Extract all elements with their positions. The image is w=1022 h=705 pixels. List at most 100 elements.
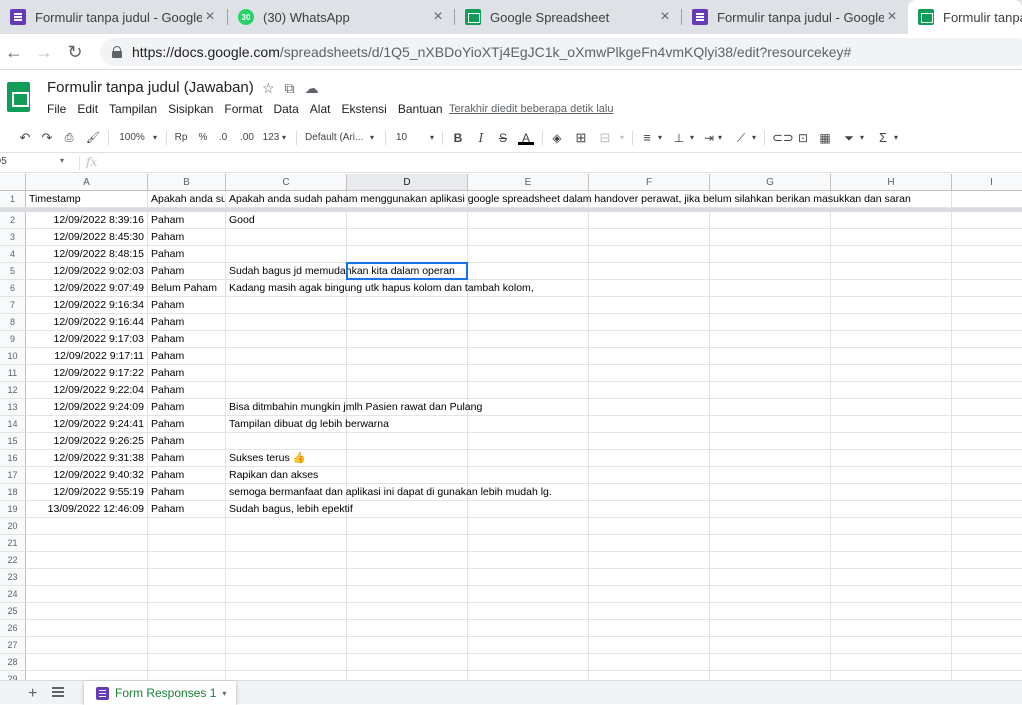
cell[interactable]	[468, 314, 589, 331]
text-color-button[interactable]: A	[518, 131, 534, 145]
cell[interactable]	[589, 603, 710, 620]
chevron-down-icon[interactable]: ▾	[222, 689, 226, 698]
cell[interactable]	[952, 263, 1022, 280]
cell[interactable]	[952, 229, 1022, 246]
cell[interactable]	[952, 314, 1022, 331]
cell[interactable]	[710, 331, 831, 348]
cell[interactable]	[589, 229, 710, 246]
cell-feedback[interactable]: Rapikan dan akses	[226, 467, 321, 484]
cell[interactable]	[347, 365, 468, 382]
undo-icon[interactable]: ↶	[18, 131, 32, 145]
cell[interactable]	[347, 637, 468, 654]
cell[interactable]	[831, 501, 952, 518]
cell[interactable]	[710, 348, 831, 365]
cell[interactable]	[952, 331, 1022, 348]
cell[interactable]	[347, 552, 468, 569]
cell[interactable]	[952, 552, 1022, 569]
cell-understanding[interactable]: Paham	[148, 212, 226, 229]
chevron-down-icon[interactable]: ▾	[428, 131, 436, 145]
cell[interactable]	[468, 654, 589, 671]
cell[interactable]	[468, 229, 589, 246]
cell[interactable]	[589, 552, 710, 569]
cell[interactable]	[710, 484, 831, 501]
cell[interactable]	[468, 246, 589, 263]
cell[interactable]	[589, 467, 710, 484]
cell[interactable]	[831, 365, 952, 382]
cell[interactable]	[226, 331, 347, 348]
cell-understanding[interactable]: Paham	[148, 246, 226, 263]
select-all-corner[interactable]	[0, 174, 26, 191]
cell[interactable]	[468, 348, 589, 365]
cell-timestamp[interactable]: 12/09/2022 8:45:30	[26, 229, 148, 246]
cell-understanding[interactable]: Paham	[148, 501, 226, 518]
cell[interactable]	[710, 518, 831, 535]
row-header[interactable]: 5	[0, 263, 26, 280]
cell[interactable]	[831, 603, 952, 620]
cell[interactable]	[347, 501, 468, 518]
browser-tab-4[interactable]: Formulir tanpa judul - Google Formulir ×	[682, 0, 908, 34]
cell-timestamp[interactable]: 12/09/2022 8:48:15	[26, 246, 148, 263]
cell[interactable]	[710, 280, 831, 297]
cell[interactable]	[831, 535, 952, 552]
cell[interactable]	[347, 229, 468, 246]
chevron-down-icon[interactable]: ▾	[892, 131, 900, 145]
cell[interactable]	[226, 671, 347, 680]
cell[interactable]	[952, 365, 1022, 382]
cell[interactable]	[952, 416, 1022, 433]
chevron-down-icon[interactable]: ▾	[60, 156, 64, 165]
menu-file[interactable]: File	[47, 102, 66, 116]
cell[interactable]	[468, 365, 589, 382]
cell-understanding[interactable]: Apakah anda sudah paham menggunakan apli…	[148, 191, 226, 208]
cell-timestamp[interactable]: 12/09/2022 9:17:03	[26, 331, 148, 348]
cell[interactable]	[226, 246, 347, 263]
cell[interactable]	[226, 535, 347, 552]
cell[interactable]	[831, 637, 952, 654]
row-header[interactable]: 26	[0, 620, 26, 637]
star-icon[interactable]: ☆	[262, 80, 275, 97]
reload-icon[interactable]: ↻	[63, 40, 87, 64]
cell[interactable]	[710, 569, 831, 586]
cell[interactable]	[831, 212, 952, 229]
cell[interactable]	[952, 433, 1022, 450]
row-header[interactable]: 13	[0, 399, 26, 416]
cell-feedback[interactable]: Apakah anda sudah paham menggunakan apli…	[226, 191, 914, 208]
cell[interactable]	[226, 552, 347, 569]
cell[interactable]	[710, 467, 831, 484]
cell[interactable]	[831, 654, 952, 671]
cell[interactable]	[226, 229, 347, 246]
cell[interactable]	[226, 637, 347, 654]
cell-timestamp[interactable]	[26, 569, 148, 586]
cell[interactable]	[347, 297, 468, 314]
cell-timestamp[interactable]: 12/09/2022 9:55:19	[26, 484, 148, 501]
row-header[interactable]: 1	[0, 191, 26, 208]
cell[interactable]	[468, 603, 589, 620]
print-icon[interactable]: ⎙	[62, 131, 76, 145]
cell[interactable]	[831, 229, 952, 246]
cell[interactable]	[468, 535, 589, 552]
cell[interactable]	[347, 314, 468, 331]
cell[interactable]	[952, 382, 1022, 399]
cell[interactable]	[589, 637, 710, 654]
row-header[interactable]: 27	[0, 637, 26, 654]
text-wrap-icon[interactable]: ⇥	[702, 131, 716, 145]
insert-chart-icon[interactable]: ▦	[818, 131, 832, 145]
browser-tab-1[interactable]: Formulir tanpa judul - Google Formulir ×	[0, 0, 226, 34]
cell-timestamp[interactable]: 12/09/2022 9:24:41	[26, 416, 148, 433]
merge-cells-icon[interactable]: ⊟	[598, 131, 612, 145]
chevron-down-icon[interactable]: ▾	[368, 131, 376, 145]
cell[interactable]	[952, 518, 1022, 535]
cell[interactable]	[952, 586, 1022, 603]
cell[interactable]	[589, 297, 710, 314]
cell[interactable]	[226, 603, 347, 620]
cell-understanding[interactable]	[148, 569, 226, 586]
column-header-b[interactable]: B	[148, 174, 226, 191]
cell[interactable]	[831, 280, 952, 297]
increase-decimal-button[interactable]: .00	[238, 131, 256, 145]
row-header[interactable]: 3	[0, 229, 26, 246]
cell[interactable]	[831, 467, 952, 484]
vertical-align-icon[interactable]: ⊥	[672, 131, 686, 145]
cloud-status-icon[interactable]: ☁	[305, 80, 319, 97]
cell[interactable]	[226, 569, 347, 586]
row-header[interactable]: 28	[0, 654, 26, 671]
cell[interactable]	[831, 246, 952, 263]
